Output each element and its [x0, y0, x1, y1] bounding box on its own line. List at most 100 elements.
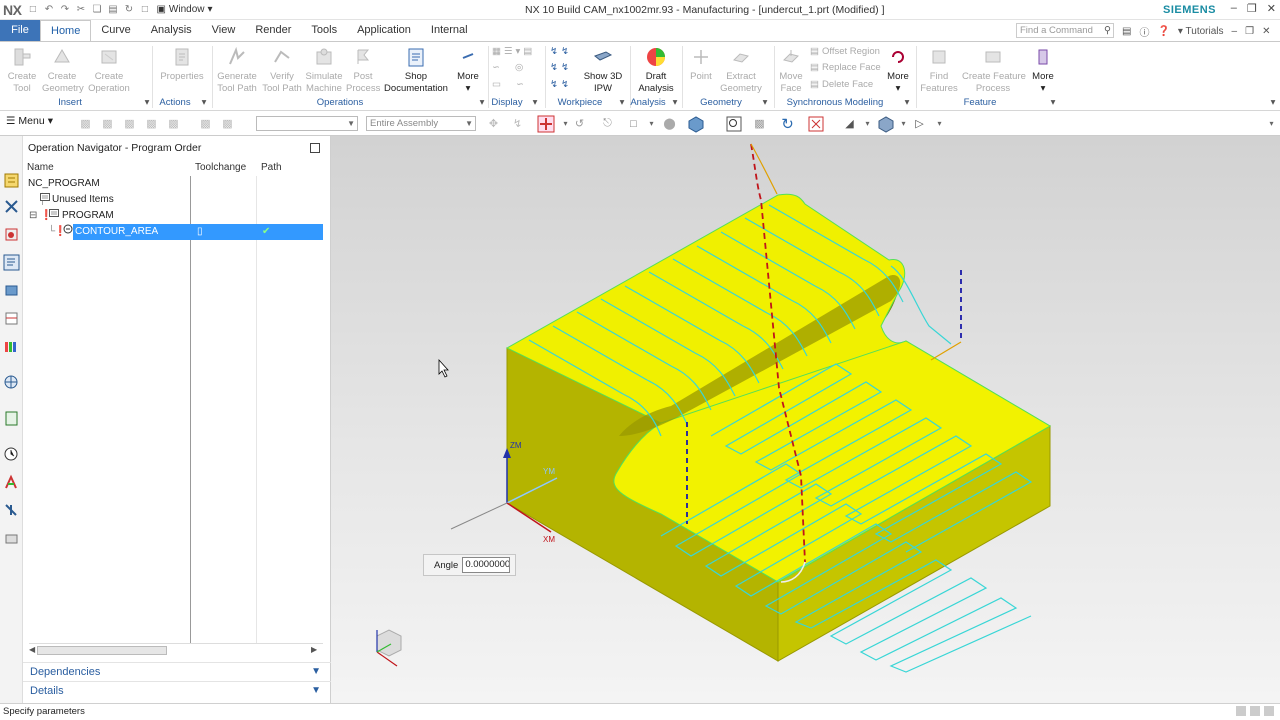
- horizontal-scrollbar[interactable]: ◀ ▶: [29, 643, 323, 657]
- constraint-navigator-icon[interactable]: [3, 198, 20, 215]
- sync-more-button[interactable]: More ▾: [884, 45, 912, 95]
- close-icon[interactable]: ✕: [1267, 2, 1276, 15]
- scrollbar-thumb[interactable]: [37, 646, 167, 655]
- search-icon[interactable]: ⚲: [1104, 24, 1111, 37]
- status-icon-2[interactable]: [1250, 706, 1260, 716]
- type-filter-dropdown[interactable]: ▼: [256, 116, 358, 131]
- copy-icon[interactable]: ❏: [89, 3, 104, 17]
- offset-region-button[interactable]: ▤ Offset Region: [810, 46, 880, 57]
- pan-icon[interactable]: [806, 114, 825, 133]
- graphics-window[interactable]: ZM YM XM Angle 0.0000000: [331, 136, 1280, 703]
- rotate-snap-icon[interactable]: ↺: [570, 114, 589, 133]
- tab-internal[interactable]: Internal: [421, 20, 478, 41]
- history-icon[interactable]: [3, 410, 20, 427]
- selection-filter3-icon[interactable]: ▩: [120, 114, 139, 133]
- selection-filter5-icon[interactable]: ▩: [164, 114, 183, 133]
- create-tool-button[interactable]: Create Tool: [4, 45, 40, 95]
- chevron-down-icon[interactable]: ▾: [642, 114, 661, 133]
- tab-analysis[interactable]: Analysis: [141, 20, 202, 41]
- feature-group-expand-icon[interactable]: ▾: [1048, 97, 1058, 108]
- find-command-input[interactable]: Find a Command ⚲: [1016, 23, 1114, 38]
- workpiece-tool2-icon[interactable]: ↯: [561, 46, 569, 57]
- tree-row-contour-area[interactable]: └ ❗ CONTOUR_AREA ▯ ✔: [23, 224, 323, 240]
- show-3d-ipw-button[interactable]: Show 3D IPW: [582, 45, 624, 95]
- status-icon-3[interactable]: [1264, 706, 1274, 716]
- display-path-icon[interactable]: ∽: [492, 62, 500, 73]
- chevron-down-icon[interactable]: ▾: [930, 114, 949, 133]
- system-scenes-icon[interactable]: [3, 530, 20, 547]
- properties-button[interactable]: Properties: [158, 45, 206, 83]
- part-navigator-icon[interactable]: [3, 226, 20, 243]
- tree-row-nc-program[interactable]: NC_PROGRAM: [23, 176, 323, 192]
- chevron-down-icon[interactable]: ▾: [858, 114, 877, 133]
- display-options-icon[interactable]: ▤: [523, 46, 532, 57]
- minimize-icon[interactable]: –: [1231, 2, 1237, 15]
- work-layer-icon[interactable]: ▷: [910, 114, 929, 133]
- snap2-icon[interactable]: ↯: [508, 114, 527, 133]
- cut-icon[interactable]: ✂: [73, 3, 88, 17]
- selection-filter-icon[interactable]: ▩: [76, 114, 95, 133]
- create-geometry-button[interactable]: Create Geometry: [42, 45, 84, 95]
- display-list-icon[interactable]: ☰: [504, 46, 513, 57]
- shop-documentation-button[interactable]: Shop Documentation: [382, 45, 450, 95]
- tab-render[interactable]: Render: [245, 20, 301, 41]
- selection-filter6-icon[interactable]: ▩: [196, 114, 215, 133]
- synchronous-group-expand-icon[interactable]: ▾: [902, 97, 912, 108]
- select-rectangle-icon[interactable]: □: [624, 114, 643, 133]
- reuse-library-icon[interactable]: [3, 310, 20, 327]
- ribbon-options-icon[interactable]: ▤: [1122, 26, 1131, 37]
- help-icon[interactable]: ❓: [1157, 26, 1169, 37]
- tree-row-unused-items[interactable]: ├ Unused Items: [23, 192, 323, 208]
- touch-mode-icon[interactable]: □: [137, 3, 152, 17]
- geometry-group-expand-icon[interactable]: ▾: [760, 97, 770, 108]
- operation-navigator-icon[interactable]: [3, 254, 20, 271]
- angle-input[interactable]: 0.0000000: [462, 557, 511, 573]
- window-menu[interactable]: ▣ Window ▾: [156, 4, 212, 15]
- doc-restore-icon[interactable]: ❐: [1245, 26, 1254, 37]
- machine-tool-navigator-icon[interactable]: [3, 282, 20, 299]
- collapse-icon[interactable]: ⊟: [29, 208, 37, 224]
- fit-view-icon[interactable]: [724, 114, 743, 133]
- generate-tool-path-button[interactable]: Generate Tool Path: [214, 45, 260, 95]
- move-face-button[interactable]: Move Face: [776, 45, 806, 95]
- part-model[interactable]: ZM YM XM: [331, 136, 1280, 703]
- column-header-name[interactable]: Name: [23, 160, 191, 176]
- feature-more-button[interactable]: More ▾: [1029, 45, 1057, 95]
- post-process-button[interactable]: Post Process: [346, 45, 380, 95]
- display-curve-icon[interactable]: ∽: [516, 79, 524, 90]
- display-group-expand-icon[interactable]: ▾: [530, 97, 540, 108]
- roles-icon[interactable]: [3, 338, 20, 355]
- operations-more-button[interactable]: More ▾: [454, 45, 482, 95]
- dependencies-panel[interactable]: Dependencies ▼: [23, 662, 331, 680]
- shaded-icon[interactable]: ⬤: [660, 114, 679, 133]
- save-icon[interactable]: □: [25, 3, 40, 17]
- extract-geometry-button[interactable]: Extract Geometry: [718, 45, 764, 95]
- tab-view[interactable]: View: [202, 20, 246, 41]
- tab-home[interactable]: Home: [40, 20, 92, 41]
- tab-application[interactable]: Application: [347, 20, 421, 41]
- point-button[interactable]: Point: [686, 45, 716, 83]
- column-header-toolchange[interactable]: Toolchange: [191, 160, 257, 176]
- snap3-icon[interactable]: ⎋: [598, 114, 617, 133]
- repeat-command-icon[interactable]: ↻: [121, 3, 136, 17]
- rotate-view-icon[interactable]: ↻: [778, 114, 797, 133]
- analysis-group-expand-icon[interactable]: ▾: [670, 97, 680, 108]
- redo-icon[interactable]: ↷: [57, 3, 72, 17]
- chevron-down-icon[interactable]: ▾: [516, 46, 521, 57]
- display-target-icon[interactable]: ◎: [515, 62, 523, 73]
- assembly-scope-dropdown[interactable]: Entire Assembly ▼: [366, 116, 476, 131]
- maximize-icon[interactable]: [310, 143, 320, 153]
- delete-face-button[interactable]: ▤ Delete Face: [810, 79, 873, 90]
- create-operation-button[interactable]: Create Operation: [86, 45, 132, 95]
- tutorials-dropdown[interactable]: ▾ Tutorials: [1178, 26, 1224, 37]
- point-snap-icon[interactable]: [536, 114, 555, 133]
- doc-close-icon[interactable]: ✕: [1262, 26, 1270, 37]
- zoom-icon[interactable]: ▩: [750, 114, 769, 133]
- workpiece-tool4-icon[interactable]: ↯: [561, 62, 569, 73]
- ribbon-expand-icon[interactable]: ▾: [1268, 97, 1278, 108]
- render-style-icon[interactable]: ◢: [840, 114, 859, 133]
- selection-filter4-icon[interactable]: ▩: [142, 114, 161, 133]
- info-icon[interactable]: ⓘ: [1139, 24, 1149, 39]
- details-panel[interactable]: Details ▼: [23, 681, 331, 699]
- actions-group-expand-icon[interactable]: ▾: [199, 97, 209, 108]
